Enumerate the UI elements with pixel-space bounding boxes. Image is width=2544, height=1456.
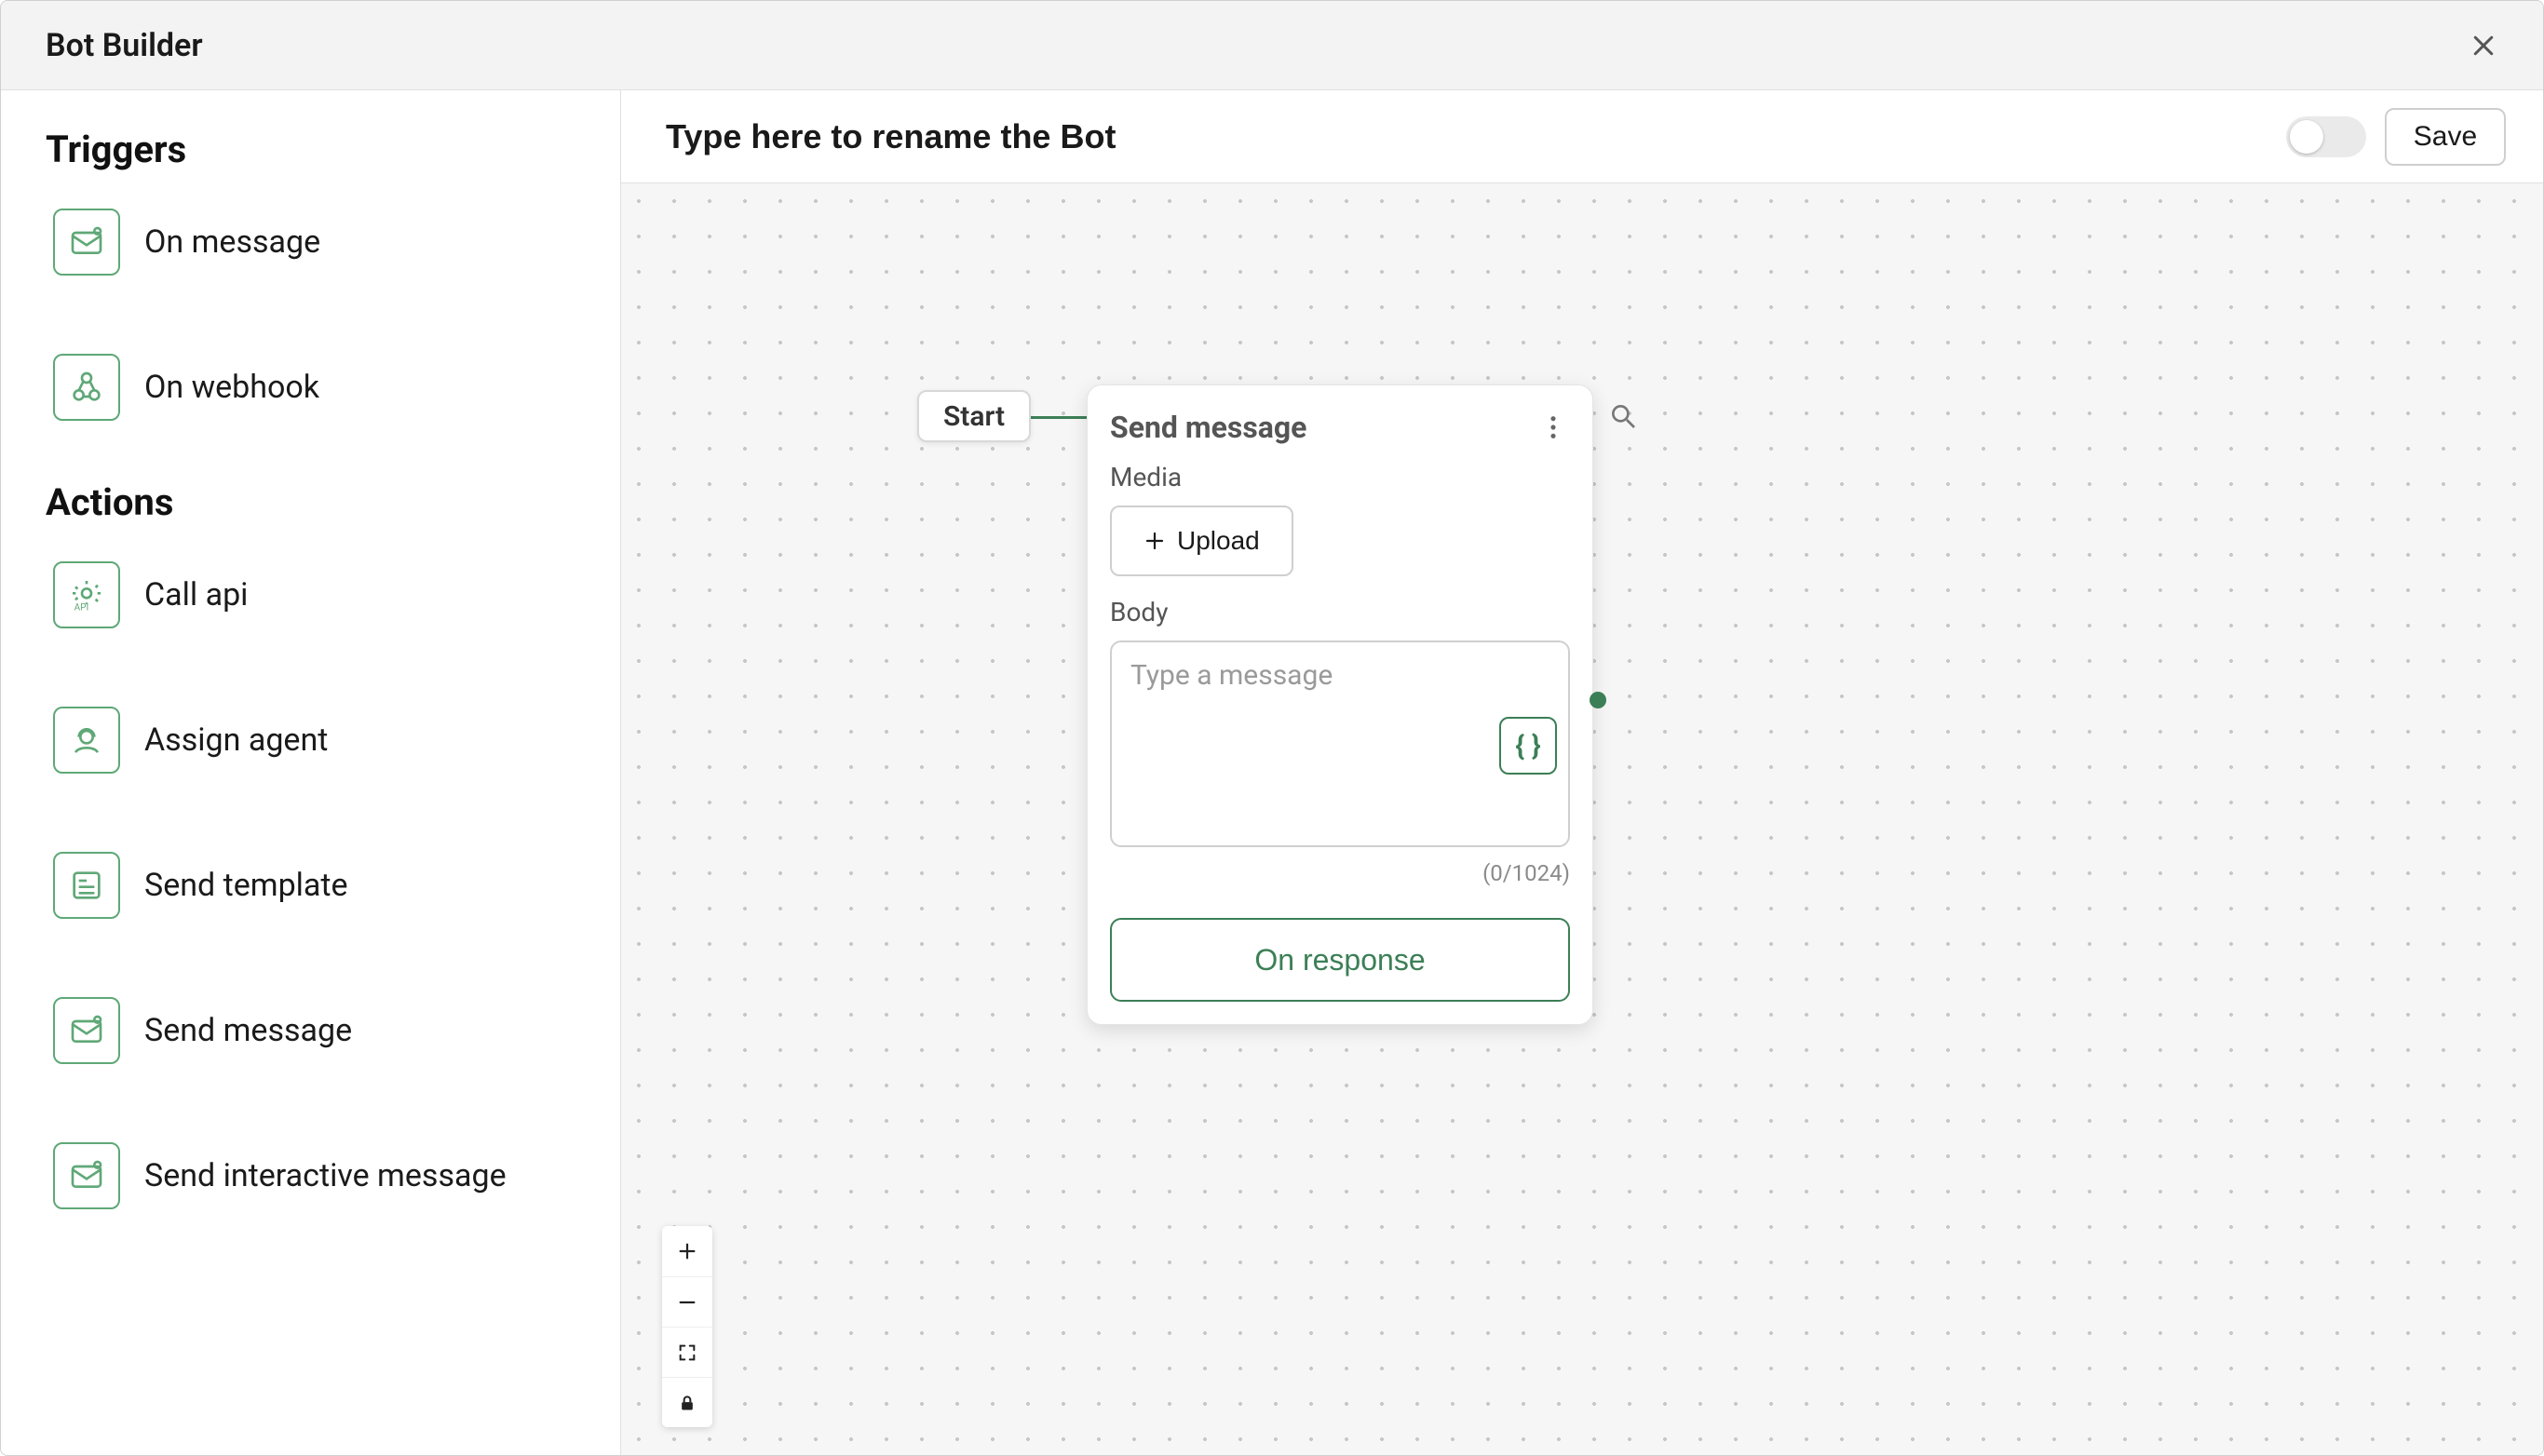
template-icon <box>53 852 120 919</box>
zoom-out-button[interactable] <box>662 1276 712 1327</box>
minus-icon <box>677 1292 697 1313</box>
titlebar: Bot Builder <box>1 1 2543 90</box>
sidebar-item-on-message[interactable]: On message <box>46 194 579 290</box>
on-response-button[interactable]: On response <box>1110 918 1570 1002</box>
start-node[interactable]: Start <box>917 390 1031 442</box>
node-send-message[interactable]: Send message Media Upload Body <box>1087 384 1593 1025</box>
sidebar-item-label: On message <box>144 223 320 261</box>
more-vertical-icon <box>1549 414 1557 440</box>
sidebar: Triggers On message On webhook Actions <box>1 90 621 1455</box>
lock-canvas-button[interactable] <box>662 1377 712 1427</box>
plus-icon <box>1143 530 1166 552</box>
sidebar-item-assign-agent[interactable]: Assign agent <box>46 692 579 789</box>
upload-button[interactable]: Upload <box>1110 506 1293 576</box>
sidebar-item-label: On webhook <box>144 369 319 406</box>
media-label: Media <box>1110 462 1570 492</box>
sidebar-item-send-message[interactable]: Send message <box>46 982 579 1079</box>
sidebar-item-label: Assign agent <box>144 721 328 759</box>
enabled-toggle[interactable] <box>2286 116 2366 157</box>
mail-trigger-icon <box>53 209 120 276</box>
close-icon <box>2470 32 2497 60</box>
magnifier-icon <box>1608 401 1638 431</box>
sidebar-section-triggers: Triggers On message On webhook <box>46 128 579 436</box>
plus-icon <box>677 1241 697 1261</box>
close-button[interactable] <box>2461 23 2506 68</box>
canvas[interactable]: Start Send message Media Upload Body <box>621 183 2543 1455</box>
braces-icon: { } <box>1515 730 1540 762</box>
sidebar-heading-triggers: Triggers <box>46 128 579 171</box>
body: Triggers On message On webhook Actions <box>1 90 2543 1455</box>
sidebar-item-send-interactive-message[interactable]: Send interactive message <box>46 1127 579 1224</box>
lock-icon <box>678 1394 697 1412</box>
api-gear-icon: API <box>53 561 120 628</box>
upload-label: Upload <box>1177 526 1260 556</box>
sidebar-item-on-webhook[interactable]: On webhook <box>46 339 579 436</box>
fit-view-button[interactable] <box>662 1327 712 1377</box>
sidebar-item-send-template[interactable]: Send template <box>46 837 579 934</box>
sidebar-item-label: Send template <box>144 867 348 904</box>
node-output-port[interactable] <box>1590 692 1606 708</box>
sidebar-item-label: Send message <box>144 1012 352 1049</box>
body-field-wrap: { } <box>1110 640 1570 851</box>
start-label: Start <box>943 400 1005 433</box>
sidebar-heading-actions: Actions <box>46 480 579 524</box>
insert-variable-button[interactable]: { } <box>1499 717 1557 775</box>
webhook-icon <box>53 354 120 421</box>
node-inspect-button[interactable] <box>1608 401 1645 438</box>
agent-icon <box>53 707 120 774</box>
toggle-knob <box>2290 120 2323 154</box>
sidebar-section-actions: Actions API Call api Assign agent <box>46 480 579 1224</box>
send-interactive-icon <box>53 1142 120 1209</box>
main-header: Save <box>621 90 2543 183</box>
sidebar-item-label: Send interactive message <box>144 1157 507 1194</box>
main: Save Start Send message Media <box>621 90 2543 1455</box>
char-count: (0/1024) <box>1110 860 1570 886</box>
svg-text:API: API <box>74 603 89 613</box>
node-title: Send message <box>1110 410 1306 445</box>
node-header: Send message <box>1110 410 1570 445</box>
zoom-in-button[interactable] <box>662 1226 712 1276</box>
canvas-controls <box>662 1226 712 1427</box>
send-message-icon <box>53 997 120 1064</box>
window-title: Bot Builder <box>46 27 203 64</box>
fullscreen-icon <box>677 1342 697 1363</box>
sidebar-item-label: Call api <box>144 576 248 613</box>
sidebar-item-call-api[interactable]: API Call api <box>46 546 579 643</box>
node-menu-button[interactable] <box>1536 411 1570 444</box>
app-window: Bot Builder Triggers On message On <box>0 0 2544 1456</box>
bot-name-input[interactable] <box>666 117 2267 156</box>
save-button[interactable]: Save <box>2385 108 2506 166</box>
body-label: Body <box>1110 597 1570 627</box>
